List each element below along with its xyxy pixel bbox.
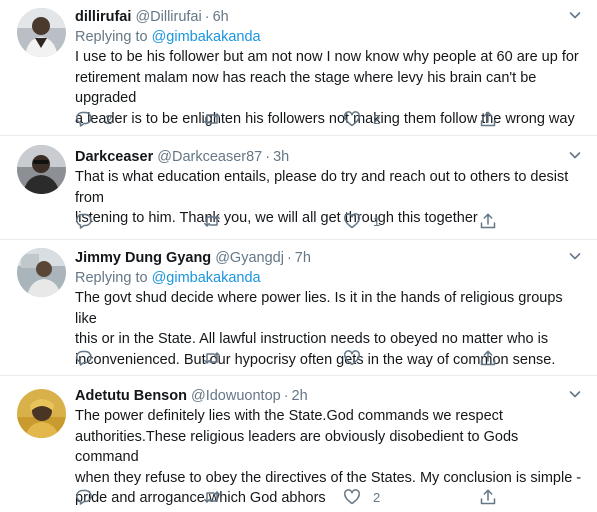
user-handle[interactable]: @Darkceaser87: [157, 149, 262, 165]
display-name[interactable]: Adetutu Benson: [75, 388, 187, 404]
heart-icon: [344, 489, 360, 505]
tweet[interactable]: dillirufai @Dillirufai · 6h Replying to @g…: [0, 0, 597, 136]
tweet-actions: 2: [75, 487, 497, 507]
tweet-text-line: I use to be his follower but am not now …: [75, 49, 579, 65]
like-button[interactable]: 2: [343, 487, 380, 507]
user-handle[interactable]: @Gyangdj: [215, 250, 284, 266]
share-icon: [480, 350, 496, 366]
timestamp[interactable]: 3h: [273, 149, 289, 165]
heart-icon: [344, 111, 360, 127]
separator-dot: ·: [283, 388, 289, 404]
tweet-text-line: this or in the State. All lawful instruc…: [75, 331, 549, 347]
separator-dot: ·: [265, 149, 271, 165]
reply-icon: [76, 111, 92, 127]
tweet-actions: [75, 348, 497, 368]
tweet-header: Darkceaser @Darkceaser87 · 3h: [75, 147, 583, 167]
chevron-down-icon[interactable]: [567, 248, 583, 264]
replying-to-label: Replying to: [75, 270, 148, 286]
like-button[interactable]: [343, 348, 373, 368]
reply-button[interactable]: [75, 487, 105, 507]
separator-dot: ·: [204, 9, 210, 25]
replying-to: Replying to @gimbakakanda: [75, 27, 583, 47]
share-icon: [480, 489, 496, 505]
share-button[interactable]: [479, 211, 497, 231]
tweet-text-line: The power definitely lies with the State…: [75, 408, 503, 424]
retweet-icon: [204, 215, 220, 227]
retweet-button[interactable]: [203, 211, 233, 231]
timestamp[interactable]: 2h: [292, 388, 308, 404]
share-button[interactable]: [479, 487, 497, 507]
user-handle[interactable]: @Dillirufai: [135, 9, 201, 25]
tweet[interactable]: Adetutu Benson @Idowuontop · 2h The power …: [0, 375, 597, 512]
chevron-down-icon[interactable]: [567, 7, 583, 23]
like-button[interactable]: 2: [343, 109, 380, 129]
avatar[interactable]: [17, 248, 66, 297]
tweet-text-line: The govt shud decide where power lies. I…: [75, 290, 563, 327]
like-count: 2: [373, 111, 381, 127]
mention-link[interactable]: @gimbakakanda: [152, 29, 261, 45]
tweet-feed: dillirufai @Dillirufai · 6h Replying to @g…: [0, 0, 597, 512]
tweet-text-line: That is what education entails, please d…: [75, 169, 569, 206]
chevron-down-icon[interactable]: [567, 147, 583, 163]
replying-to: Replying to @gimbakakanda: [75, 268, 583, 288]
tweet-actions: 1: [75, 211, 497, 231]
heart-icon: [344, 350, 360, 366]
reply-icon: [76, 213, 92, 229]
tweet[interactable]: Darkceaser @Darkceaser87 · 3h That is what…: [0, 135, 597, 240]
tweet-actions: 2 2: [75, 109, 497, 129]
display-name[interactable]: Darkceaser: [75, 149, 153, 165]
avatar[interactable]: [17, 389, 66, 438]
retweet-icon: [204, 113, 220, 125]
share-icon: [480, 111, 496, 127]
timestamp[interactable]: 6h: [213, 9, 229, 25]
retweet-icon: [204, 352, 220, 364]
tweet[interactable]: Jimmy Dung Gyang @Gyangdj · 7h Replying to…: [0, 239, 597, 376]
tweet-header: Jimmy Dung Gyang @Gyangdj · 7h: [75, 248, 583, 268]
reply-button[interactable]: [75, 348, 105, 368]
separator-dot: ·: [286, 250, 292, 266]
tweet-text-line: authorities.These religious leaders are …: [75, 428, 519, 466]
heart-icon: [344, 213, 360, 229]
share-button[interactable]: [479, 348, 497, 368]
tweet-header: Adetutu Benson @Idowuontop · 2h: [75, 386, 583, 406]
user-handle[interactable]: @Idowuontop: [191, 388, 281, 404]
chevron-down-icon[interactable]: [567, 386, 583, 402]
retweet-button[interactable]: [203, 487, 233, 507]
like-count: 1: [373, 213, 381, 229]
share-icon: [480, 213, 496, 229]
share-button[interactable]: [479, 109, 497, 129]
reply-icon: [76, 350, 92, 366]
reply-count: 2: [105, 111, 113, 127]
like-button[interactable]: 1: [343, 211, 380, 231]
tweet-header: dillirufai @Dillirufai · 6h: [75, 7, 583, 27]
display-name[interactable]: Jimmy Dung Gyang: [75, 250, 211, 266]
retweet-button[interactable]: [203, 348, 233, 368]
display-name[interactable]: dillirufai: [75, 9, 131, 25]
mention-link[interactable]: @gimbakakanda: [152, 270, 261, 286]
like-count: 2: [373, 489, 381, 505]
tweet-text-line: retirement malam now has reach the stage…: [75, 69, 537, 107]
reply-button[interactable]: 2: [75, 109, 112, 129]
retweet-button[interactable]: [203, 109, 233, 129]
reply-button[interactable]: [75, 211, 105, 231]
replying-to-label: Replying to: [75, 29, 148, 45]
avatar[interactable]: [17, 8, 66, 57]
avatar[interactable]: [17, 145, 66, 194]
retweet-icon: [204, 491, 220, 503]
timestamp[interactable]: 7h: [295, 250, 311, 266]
tweet-text-line: when they refuse to obey the directives …: [75, 469, 582, 486]
reply-icon: [76, 489, 92, 505]
